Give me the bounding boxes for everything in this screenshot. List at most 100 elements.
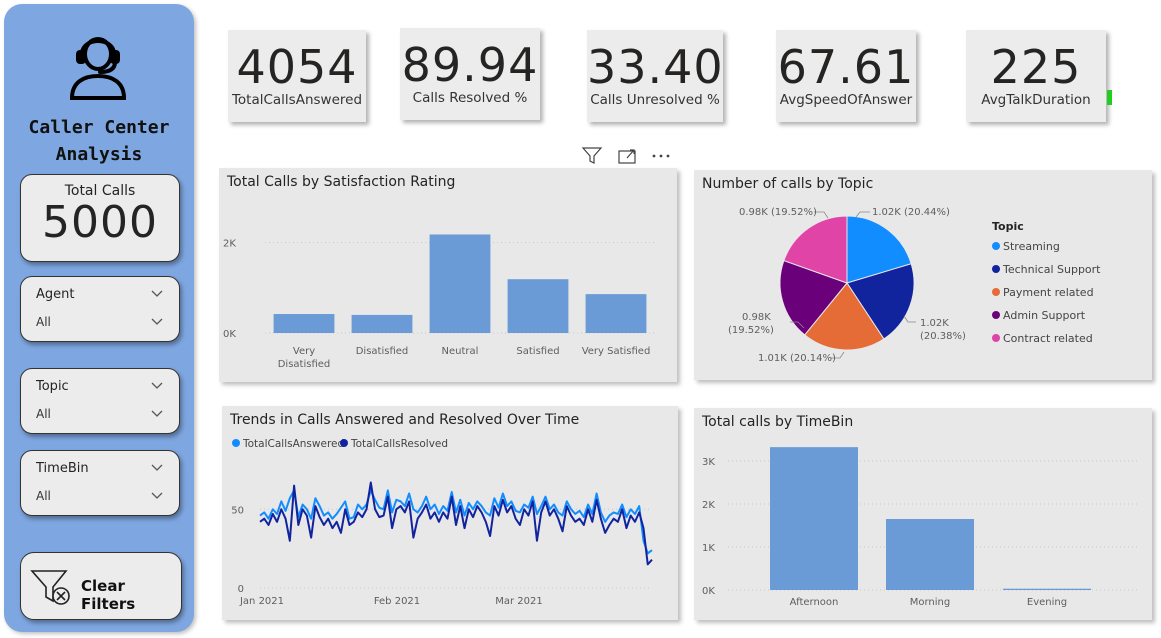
x-tick-label: Mar 2021	[495, 596, 543, 607]
kpi-value: 67.61	[777, 40, 915, 94]
app-title: Caller Center Analysis	[4, 114, 194, 168]
y-tick-label: 2K	[223, 239, 236, 250]
chevron-down-icon[interactable]	[151, 461, 163, 473]
x-tick-label: Feb 2021	[374, 596, 420, 607]
topic-pie-panel[interactable]: Number of calls by Topic Topic Streaming…	[694, 170, 1152, 380]
timebin-slicer[interactable]: TimeBin All	[20, 450, 180, 516]
sidebar: Caller Center Analysis Total Calls 5000 …	[4, 4, 194, 632]
x-tick-label: Jan 2021	[239, 596, 284, 607]
legend-label: Admin Support	[1003, 309, 1086, 322]
kpi-label: AvgSpeedOfAnswer	[779, 92, 913, 108]
kpi-value: 33.40	[587, 40, 724, 94]
legend-label: Contract related	[1003, 332, 1093, 345]
total-calls-card: Total Calls 5000	[20, 174, 180, 262]
clear-filter-icon	[30, 570, 70, 605]
data-label: 1.02K (20.44%)	[872, 207, 950, 218]
legend-item[interactable]: Technical Support	[992, 263, 1101, 276]
x-tick-label: Disatisfied	[356, 346, 409, 357]
chevron-down-icon[interactable]	[151, 407, 163, 419]
legend-label: Streaming	[1003, 240, 1060, 253]
kpi-card: 67.61 AvgSpeedOfAnswer	[776, 30, 916, 122]
agent-slicer[interactable]: Agent All	[20, 276, 180, 342]
topic-slicer-value[interactable]: All	[36, 407, 51, 421]
satisfaction-bar-chart: 0K 2K Very Disatisfied Disatisfied Neutral Sat…	[223, 234, 655, 370]
trend-line-panel[interactable]: Trends in Calls Answered and Resolved Ov…	[222, 406, 678, 620]
bar	[507, 279, 569, 333]
status-indicator	[1107, 90, 1112, 105]
legend-item[interactable]: Contract related	[992, 332, 1093, 345]
y-tick-label: 0K	[702, 586, 715, 597]
series-line	[259, 481, 653, 566]
kpi-card: 33.40 Calls Unresolved %	[587, 30, 723, 122]
bar	[585, 294, 647, 333]
app-title-line1: Caller Center	[28, 117, 170, 138]
data-label: (19.52%)	[728, 325, 774, 336]
x-tick-label: Morning	[910, 597, 950, 608]
y-tick-label: 2K	[702, 500, 715, 511]
satisfaction-chart-panel[interactable]: Total Calls by Satisfaction Rating 0K 2K V…	[219, 168, 677, 382]
filter-icon[interactable]	[582, 147, 603, 164]
legend-label: Payment related	[1003, 286, 1094, 299]
legend-item[interactable]: Admin Support	[992, 309, 1085, 322]
kpi-card: 4054 TotalCallsAnswered	[228, 30, 366, 122]
y-tick-label: 0K	[223, 329, 236, 340]
kpi-label: AvgTalkDuration	[981, 92, 1091, 108]
kpi-value: 89.94	[401, 38, 539, 92]
chevron-down-icon[interactable]	[151, 315, 163, 327]
data-label: 0.98K	[742, 312, 771, 323]
kpi-card: 89.94 Calls Resolved %	[400, 28, 540, 120]
more-options-icon[interactable]	[652, 154, 670, 158]
x-tick-label: Afternoon	[790, 597, 839, 608]
kpi-value: 225	[990, 40, 1082, 94]
bar	[1003, 588, 1091, 590]
app-title-line2: Analysis	[55, 144, 143, 165]
focus-mode-icon[interactable]	[618, 149, 636, 164]
clear-filters-button[interactable]: Clear Filters	[20, 552, 182, 620]
kpi-card: 225 AvgTalkDuration	[966, 30, 1106, 122]
dashboard: Caller Center Analysis Total Calls 5000 …	[0, 0, 1161, 638]
data-label: 1.02K	[920, 318, 949, 329]
leader-line	[903, 315, 916, 323]
chevron-down-icon[interactable]	[151, 287, 163, 299]
kpi-label: Calls Resolved %	[412, 90, 528, 106]
bar	[770, 447, 858, 590]
x-tick-label: Evening	[1027, 597, 1067, 608]
topic-slicer[interactable]: Topic All	[20, 368, 180, 434]
y-tick-label: 1K	[702, 543, 715, 554]
bar	[351, 314, 413, 333]
chevron-down-icon[interactable]	[151, 489, 163, 501]
kpi-value: 4054	[236, 40, 358, 94]
leader-line	[855, 211, 870, 218]
topic-slicer-label: Topic	[36, 379, 69, 394]
timebin-bar-chart: 0K 1K 2K 3K Afternoon Morning Evening	[702, 447, 1140, 608]
agent-slicer-value[interactable]: All	[36, 315, 51, 329]
clear-filters-label: Clear Filters	[81, 577, 136, 613]
x-tick-label: Disatisfied	[278, 359, 331, 370]
kpi-label: Calls Unresolved %	[590, 92, 720, 108]
x-tick-label: Satisfied	[516, 346, 559, 357]
bar	[886, 519, 974, 590]
trend-line-chart: 0 50 Jan 2021 Feb 2021 Mar 2021	[231, 481, 653, 607]
legend-item[interactable]: Payment related	[992, 286, 1094, 299]
legend-title: Topic	[992, 220, 1024, 233]
legend-label: Technical Support	[1003, 263, 1101, 276]
y-tick-label: 50	[231, 505, 244, 516]
data-label: (20.38%)	[920, 331, 966, 342]
x-tick-label: Very Satisfied	[582, 346, 651, 357]
bar	[429, 234, 491, 333]
y-tick-label: 3K	[702, 457, 715, 468]
timebin-chart-panel[interactable]: Total calls by TimeBin 0K 1K 2K 3K Afternoon…	[694, 408, 1152, 620]
timebin-slicer-label: TimeBin	[36, 461, 89, 476]
legend-item[interactable]: Streaming	[992, 240, 1060, 253]
kpi-label: TotalCallsAnswered	[231, 92, 363, 108]
call-center-agent-icon	[69, 37, 127, 100]
chevron-down-icon[interactable]	[151, 379, 163, 391]
bar	[273, 314, 335, 333]
total-calls-value: 5000	[42, 197, 158, 248]
data-label: 1.01K (20.14%)	[758, 353, 836, 364]
y-tick-label: 0	[238, 584, 244, 595]
data-label: 0.98K (19.52%)	[739, 207, 817, 218]
timebin-slicer-value[interactable]: All	[36, 489, 51, 503]
agent-slicer-label: Agent	[36, 287, 75, 302]
visual-header-toolbar	[582, 147, 670, 164]
